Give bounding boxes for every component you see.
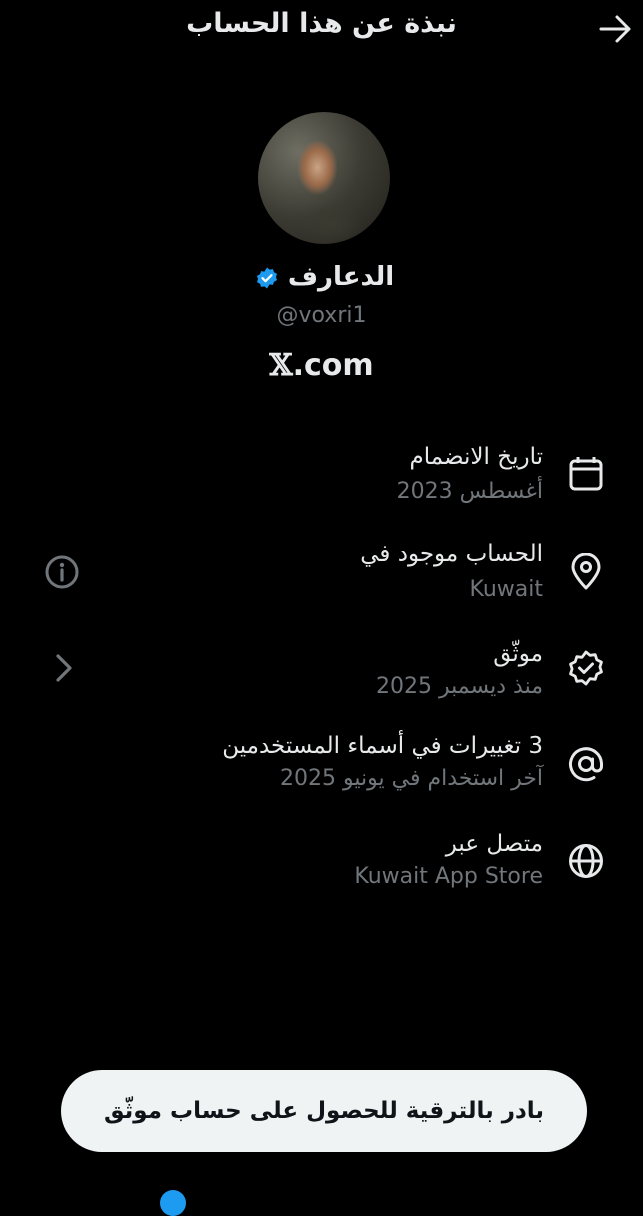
at-sign-icon — [567, 745, 605, 783]
location-info-button[interactable] — [44, 554, 80, 590]
location-pin-icon — [567, 552, 605, 591]
globe-icon — [567, 842, 605, 880]
display-name: الدعارف — [0, 262, 643, 292]
verified-value: منذ ديسمبر 2025 — [376, 674, 543, 699]
verified-label: موثّق — [493, 641, 543, 667]
verified-details-button[interactable] — [46, 650, 82, 686]
notification-dot — [160, 1190, 186, 1216]
avatar[interactable] — [258, 112, 390, 244]
handle: @voxri1 — [276, 303, 367, 328]
join-date-value: أغسطس 2023 — [396, 479, 543, 504]
username-changes-value: آخر استخدام في يونيو 2025 — [280, 766, 543, 791]
info-icon — [45, 555, 79, 589]
verified-outline-icon — [567, 649, 605, 687]
display-name-text: الدعارف — [287, 262, 395, 292]
chevron-right-icon — [56, 654, 72, 682]
username-changes-label: 3 تغييرات في أسماء المستخدمين — [222, 733, 543, 759]
upgrade-button[interactable]: بادر بالترقية للحصول على حساب موثّق — [61, 1070, 587, 1152]
brand-text: .com — [292, 348, 374, 383]
connected-via-value: Kuwait App Store — [354, 864, 543, 889]
join-date-label: تاريخ الانضمام — [409, 444, 543, 470]
back-button[interactable] — [599, 14, 633, 44]
brand-link[interactable]: 𝕏.com — [0, 348, 643, 383]
connected-via-label: متصل عبر — [445, 831, 543, 857]
verified-badge-icon — [256, 267, 277, 288]
location-value: Kuwait — [469, 577, 544, 602]
location-label: الحساب موجود في — [360, 541, 543, 567]
page-title: نبذة عن هذا الحساب — [186, 8, 457, 39]
calendar-icon — [567, 455, 605, 493]
x-logo: 𝕏 — [269, 348, 293, 383]
arrow-right-icon — [599, 15, 631, 43]
